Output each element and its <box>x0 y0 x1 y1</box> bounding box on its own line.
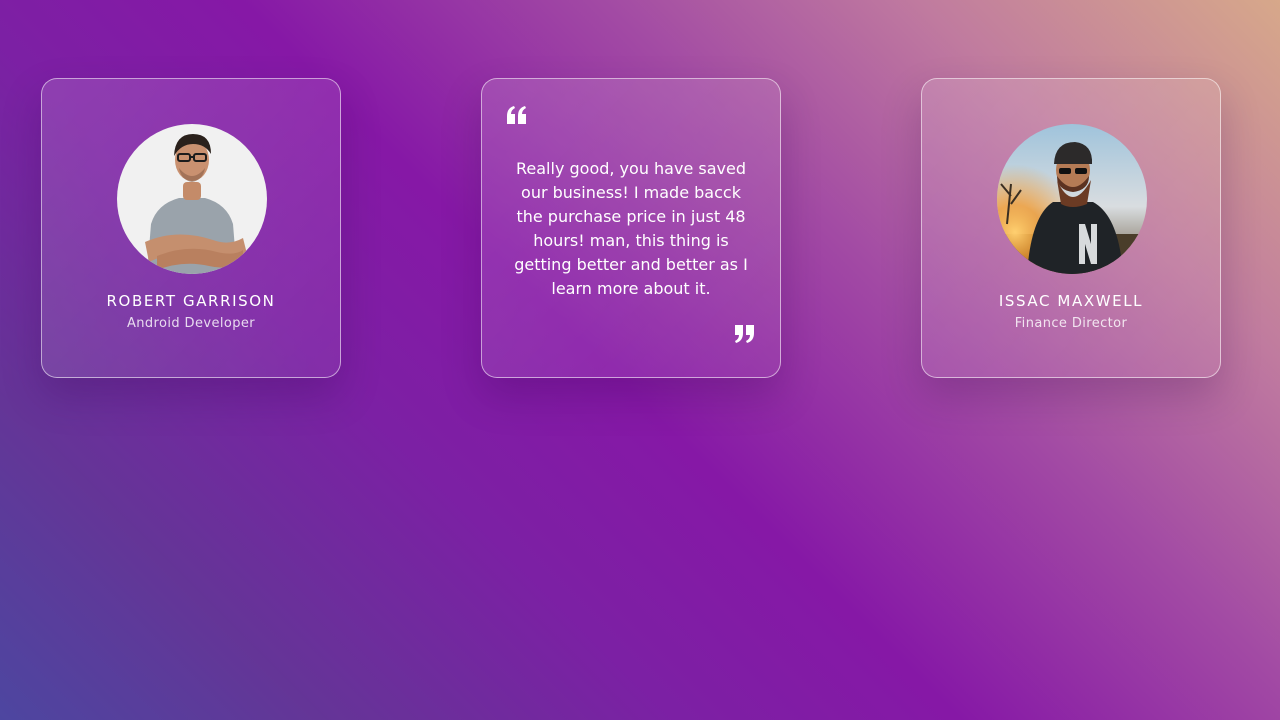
testimonial-quote-text: Really good, you have saved our business… <box>514 159 748 298</box>
portrait-image <box>997 124 1147 274</box>
avatar <box>117 124 267 274</box>
person-role: Finance Director <box>1014 316 1128 331</box>
quote-close-icon <box>735 325 754 343</box>
portrait-image <box>117 124 267 274</box>
avatar <box>997 124 1147 274</box>
quote-open-icon <box>507 106 526 124</box>
person-role: Android Developer <box>126 316 256 331</box>
testimonial-quote-card: Really good, you have saved our business… <box>481 78 781 378</box>
person-name: ISSAC MAXWELL <box>998 292 1144 310</box>
testimonial-card-robert: ROBERT GARRISON Android Developer <box>41 78 341 378</box>
person-name: ROBERT GARRISON <box>106 292 276 310</box>
testimonial-card-issac: ISSAC MAXWELL Finance Director <box>921 78 1221 378</box>
